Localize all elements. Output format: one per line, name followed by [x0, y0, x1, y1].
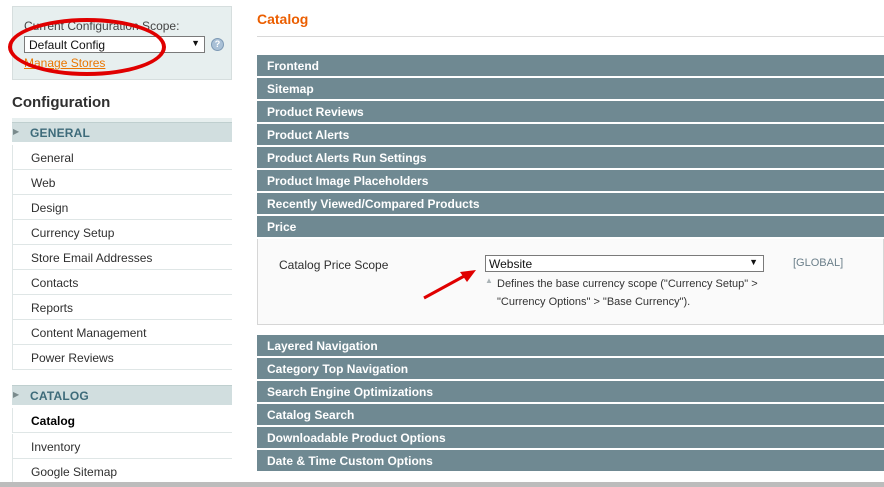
group-layered-navigation[interactable]: Layered Navigation [257, 335, 884, 357]
sidebar-item-power-reviews[interactable]: Power Reviews [12, 345, 232, 370]
group-date-time-custom-options[interactable]: Date & Time Custom Options [257, 450, 884, 472]
chevron-down-icon: ▼ [749, 257, 758, 267]
catalog-price-scope-label: Catalog Price Scope [279, 258, 389, 272]
sidebar-item-label: Google Sitemap [31, 465, 118, 479]
catalog-price-scope-value: Website [489, 257, 533, 271]
sidebar: Current Configuration Scope: Default Con… [0, 0, 236, 487]
group-label: Catalog Search [267, 408, 355, 422]
field-note: Defines the base currency scope ("Curren… [497, 275, 787, 311]
triangle-right-icon: ▶ [13, 127, 20, 136]
sidebar-item-contacts[interactable]: Contacts [12, 270, 232, 295]
help-icon[interactable]: ? [211, 38, 224, 51]
group-catalog-search[interactable]: Catalog Search [257, 404, 884, 426]
price-panel: Catalog Price Scope Website ▼ [GLOBAL] ▲… [257, 239, 884, 325]
group-price[interactable]: Price [257, 216, 884, 238]
sidebar-item-label: Currency Setup [31, 226, 115, 240]
group-category-top-navigation[interactable]: Category Top Navigation [257, 358, 884, 380]
sidebar-item-design[interactable]: Design [12, 195, 232, 220]
sidebar-item-label: Design [31, 201, 69, 215]
group-label: Frontend [267, 59, 319, 73]
group-label: Product Reviews [267, 105, 364, 119]
group-label: Product Alerts [267, 128, 350, 142]
group-label: Category Top Navigation [267, 362, 409, 376]
sidebar-item-label: Web [31, 176, 56, 190]
sidebar-item-label: Contacts [31, 276, 79, 290]
group-label: Layered Navigation [267, 339, 378, 353]
sidebar-item-store-email-addresses[interactable]: Store Email Addresses [12, 245, 232, 270]
group-label: Price [267, 220, 297, 234]
catalog-price-scope-select[interactable]: Website ▼ [485, 255, 764, 272]
group-sitemap[interactable]: Sitemap [257, 78, 884, 100]
group-product-reviews[interactable]: Product Reviews [257, 101, 884, 123]
group-product-alerts-run-settings[interactable]: Product Alerts Run Settings [257, 147, 884, 169]
sidebar-item-google-sitemap[interactable]: Google Sitemap [12, 459, 232, 484]
section-catalog-label: CATALOG [30, 389, 89, 403]
field-note-line: Defines the base currency scope ("Curren… [497, 278, 758, 290]
triangle-right-icon: ▶ [13, 390, 20, 399]
sidebar-item-catalog[interactable]: Catalog [12, 408, 232, 433]
sidebar-item-reports[interactable]: Reports [12, 295, 232, 320]
group-downloadable-product-options[interactable]: Downloadable Product Options [257, 427, 884, 449]
sidebar-item-label: Content Management [31, 326, 147, 340]
sidebar-item-label: Store Email Addresses [31, 251, 153, 265]
section-general[interactable]: ▶ GENERAL [12, 122, 232, 142]
group-label: Date & Time Custom Options [267, 454, 433, 468]
chevron-down-icon: ▼ [191, 38, 200, 48]
sidebar-item-label: General [31, 151, 74, 165]
sidebar-item-label: Reports [31, 301, 74, 315]
sidebar-item-web[interactable]: Web [12, 170, 232, 195]
group-product-image-placeholders[interactable]: Product Image Placeholders [257, 170, 884, 192]
group-label: Product Alerts Run Settings [267, 151, 427, 165]
section-catalog[interactable]: ▶ CATALOG [12, 385, 232, 405]
group-label: Product Image Placeholders [267, 174, 429, 188]
sidebar-item-general[interactable]: General [12, 145, 232, 170]
scope-badge: [GLOBAL] [793, 257, 844, 269]
sidebar-item-label: Catalog [31, 414, 76, 428]
annotation-arrow [423, 270, 476, 300]
group-label: Search Engine Optimizations [267, 385, 434, 399]
sidebar-item-label: Inventory [31, 440, 81, 454]
sidebar-item-label: Power Reviews [31, 351, 114, 365]
group-product-alerts[interactable]: Product Alerts [257, 124, 884, 146]
group-label: Sitemap [267, 82, 314, 96]
group-label: Recently Viewed/Compared Products [267, 197, 480, 211]
annotation-ellipse [8, 18, 166, 76]
group-search-engine-optimizations[interactable]: Search Engine Optimizations [257, 381, 884, 403]
group-frontend[interactable]: Frontend [257, 55, 884, 77]
sidebar-item-content-management[interactable]: Content Management [12, 320, 232, 345]
group-recently-viewed-compared[interactable]: Recently Viewed/Compared Products [257, 193, 884, 215]
divider [257, 36, 884, 37]
group-label: Downloadable Product Options [267, 431, 446, 445]
field-note-line: "Currency Options" > "Base Currency"). [497, 296, 691, 308]
main-content: Catalog Frontend Sitemap Product Reviews… [257, 0, 884, 482]
sidebar-item-currency-setup[interactable]: Currency Setup [12, 220, 232, 245]
note-triangle-icon: ▲ [485, 276, 493, 285]
page-title: Catalog [257, 11, 309, 27]
bottom-strip [0, 482, 884, 487]
section-general-label: GENERAL [30, 126, 91, 140]
sidebar-item-inventory[interactable]: Inventory [12, 434, 232, 459]
sidebar-title: Configuration [12, 94, 111, 111]
